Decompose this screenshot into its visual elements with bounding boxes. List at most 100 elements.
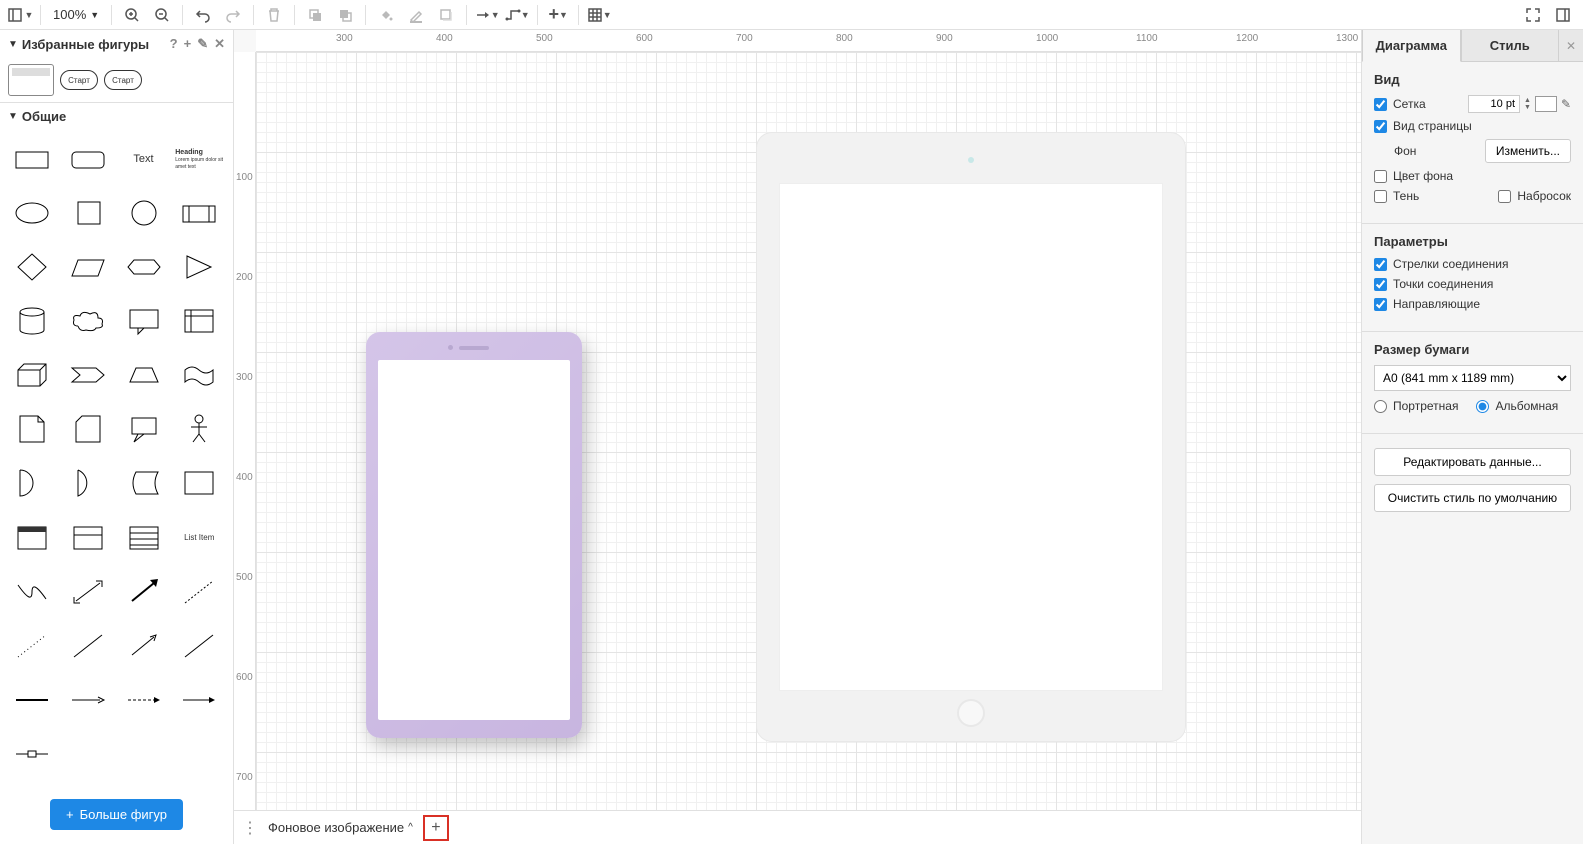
shape-start-pill[interactable]: Старт (104, 70, 142, 90)
shape-data-storage[interactable] (120, 462, 168, 504)
to-front-button[interactable] (301, 2, 329, 28)
fill-color-button[interactable] (372, 2, 400, 28)
pages-menu-icon[interactable]: ⋮ (242, 818, 258, 838)
tablet-mockup[interactable] (756, 132, 1186, 742)
shape-square[interactable] (64, 192, 112, 234)
shape-arrow[interactable] (120, 571, 168, 613)
shape-ellipse[interactable] (8, 192, 56, 234)
undo-button[interactable] (189, 2, 217, 28)
shape-dashed[interactable] (175, 571, 223, 613)
tab-style[interactable]: Стиль (1461, 30, 1560, 62)
grid-color-swatch[interactable] (1535, 96, 1557, 112)
shape-card[interactable] (64, 408, 112, 450)
shape-arrow-line[interactable] (120, 625, 168, 667)
close-panel-icon[interactable]: ✕ (1559, 30, 1583, 62)
change-bg-button[interactable]: Изменить... (1485, 139, 1571, 163)
shape-trapezoid[interactable] (120, 354, 168, 396)
connection-button[interactable]: ▼ (473, 2, 501, 28)
shape-cloud[interactable] (64, 300, 112, 342)
shape-process[interactable] (175, 192, 223, 234)
shape-text[interactable]: Text (120, 138, 168, 180)
shape-or[interactable] (64, 462, 112, 504)
shape-actor[interactable] (175, 408, 223, 450)
shape-heading[interactable]: HeadingLorem ipsum dolor sit amet text (175, 138, 223, 180)
shape-list-window[interactable] (8, 517, 56, 559)
shape-cube[interactable] (8, 354, 56, 396)
shape-list2[interactable] (64, 517, 112, 559)
conn-arrows-checkbox[interactable]: Стрелки соединения (1374, 257, 1508, 271)
delete-button[interactable] (260, 2, 288, 28)
canvas[interactable] (256, 52, 1361, 810)
sketch-checkbox[interactable]: Набросок (1498, 189, 1571, 203)
shape-curve[interactable] (8, 571, 56, 613)
tab-diagram[interactable]: Диаграмма (1362, 30, 1461, 62)
close-icon[interactable]: ✕ (214, 36, 225, 52)
shape-dotted-line[interactable] (8, 625, 56, 667)
edit-data-button[interactable]: Редактировать данные... (1374, 448, 1571, 476)
shape-tape[interactable] (175, 354, 223, 396)
shape-circle[interactable] (120, 192, 168, 234)
view-menu-button[interactable]: ▼ (6, 2, 34, 28)
shape-rounded-rect[interactable] (64, 138, 112, 180)
grid-size-input[interactable] (1468, 95, 1520, 113)
shape-triangle[interactable] (175, 246, 223, 288)
shape-line[interactable] (64, 625, 112, 667)
shadow-button[interactable] (432, 2, 460, 28)
redo-button[interactable] (219, 2, 247, 28)
line-color-button[interactable] (402, 2, 430, 28)
shape-callout2[interactable] (120, 408, 168, 450)
shadow-checkbox[interactable]: Тень (1374, 189, 1419, 203)
shape-connector4[interactable] (175, 679, 223, 721)
shape-connector1[interactable] (8, 679, 56, 721)
landscape-radio[interactable]: Альбомная (1476, 399, 1558, 413)
page-view-checkbox[interactable]: Вид страницы (1374, 119, 1472, 133)
grid-checkbox[interactable]: Сетка (1374, 97, 1426, 111)
fullscreen-button[interactable] (1519, 2, 1547, 28)
general-header[interactable]: ▼ Общие (0, 103, 233, 130)
shape-note[interactable] (8, 408, 56, 450)
shape-parallelogram[interactable] (64, 246, 112, 288)
add-page-button[interactable]: + (423, 815, 449, 841)
stepper-up-icon[interactable]: ▲ (1524, 97, 1531, 104)
add-icon[interactable]: + (184, 36, 192, 52)
shape-diamond[interactable] (8, 246, 56, 288)
shape-connector3[interactable] (120, 679, 168, 721)
shape-callout[interactable] (120, 300, 168, 342)
favorites-header[interactable]: ▼ Избранные фигуры ? + ✎ ✕ (0, 30, 233, 58)
shape-step[interactable] (64, 354, 112, 396)
more-shapes-button[interactable]: + Больше фигур (50, 799, 183, 830)
shape-rectangle[interactable] (8, 138, 56, 180)
shape-line2[interactable] (175, 625, 223, 667)
edit-icon[interactable]: ✎ (1561, 97, 1571, 111)
stepper-down-icon[interactable]: ▼ (1524, 104, 1531, 111)
paper-size-select[interactable]: A0 (841 mm x 1189 mm) (1374, 365, 1571, 391)
shape-start-pill[interactable]: Старт (60, 70, 98, 90)
shape-container[interactable] (175, 462, 223, 504)
edit-icon[interactable]: ✎ (197, 36, 208, 52)
phone-mockup[interactable] (366, 332, 582, 738)
to-back-button[interactable] (331, 2, 359, 28)
shape-and[interactable] (8, 462, 56, 504)
shape-list3[interactable] (120, 517, 168, 559)
portrait-radio[interactable]: Портретная (1374, 399, 1458, 413)
bg-color-checkbox[interactable]: Цвет фона (1374, 169, 1453, 183)
shape-mockup-window[interactable] (8, 64, 54, 96)
shape-hexagon[interactable] (120, 246, 168, 288)
insert-button[interactable]: +▼ (544, 2, 572, 28)
help-icon[interactable]: ? (170, 36, 178, 52)
zoom-in-button[interactable] (118, 2, 146, 28)
conn-points-checkbox[interactable]: Точки соединения (1374, 277, 1493, 291)
shape-arrow-bi[interactable] (64, 571, 112, 613)
shape-cylinder[interactable] (8, 300, 56, 342)
waypoints-button[interactable]: ▼ (503, 2, 531, 28)
zoom-dropdown[interactable]: 100%▼ (47, 7, 105, 22)
clear-style-button[interactable]: Очистить стиль по умолчанию (1374, 484, 1571, 512)
shape-internal-storage[interactable] (175, 300, 223, 342)
shape-list-item[interactable]: List Item (175, 517, 223, 559)
shape-link[interactable] (8, 733, 56, 775)
table-button[interactable]: ▼ (585, 2, 613, 28)
zoom-out-button[interactable] (148, 2, 176, 28)
shape-connector2[interactable] (64, 679, 112, 721)
format-panel-button[interactable] (1549, 2, 1577, 28)
guides-checkbox[interactable]: Направляющие (1374, 297, 1480, 311)
